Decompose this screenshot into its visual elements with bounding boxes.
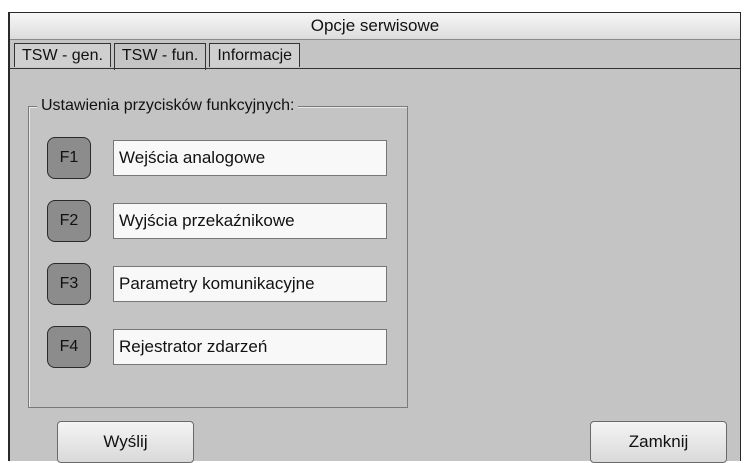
f1-function-field[interactable]: Wejścia analogowe (113, 140, 387, 176)
function-keys-groupbox: Ustawienia przycisków funkcyjnych: F1 We… (28, 96, 408, 408)
f3-function-field[interactable]: Parametry komunikacyjne (113, 266, 387, 302)
tab-tsw-fun[interactable]: TSW - fun. (113, 43, 207, 70)
tab-content-panel: Ustawienia przycisków funkcyjnych: F1 We… (10, 68, 740, 463)
function-keys-group-title: Ustawienia przycisków funkcyjnych: (37, 96, 299, 116)
tab-informacje[interactable]: Informacje (209, 43, 301, 67)
tab-tsw-gen[interactable]: TSW - gen. (14, 43, 111, 67)
send-button[interactable]: Wyślij (57, 421, 194, 463)
f1-key-button[interactable]: F1 (47, 137, 91, 179)
service-options-window: Opcje serwisowe TSW - gen. TSW - fun. In… (8, 12, 741, 463)
close-button[interactable]: Zamknij (590, 421, 727, 463)
f4-key-button[interactable]: F4 (47, 326, 91, 368)
f2-key-button[interactable]: F2 (47, 200, 91, 242)
f2-function-field[interactable]: Wyjścia przekaźnikowe (113, 203, 387, 239)
tab-bar: TSW - gen. TSW - fun. Informacje (14, 43, 303, 70)
window-title: Opcje serwisowe (10, 13, 740, 40)
f3-key-button[interactable]: F3 (47, 263, 91, 305)
f4-function-field[interactable]: Rejestrator zdarzeń (113, 329, 387, 365)
